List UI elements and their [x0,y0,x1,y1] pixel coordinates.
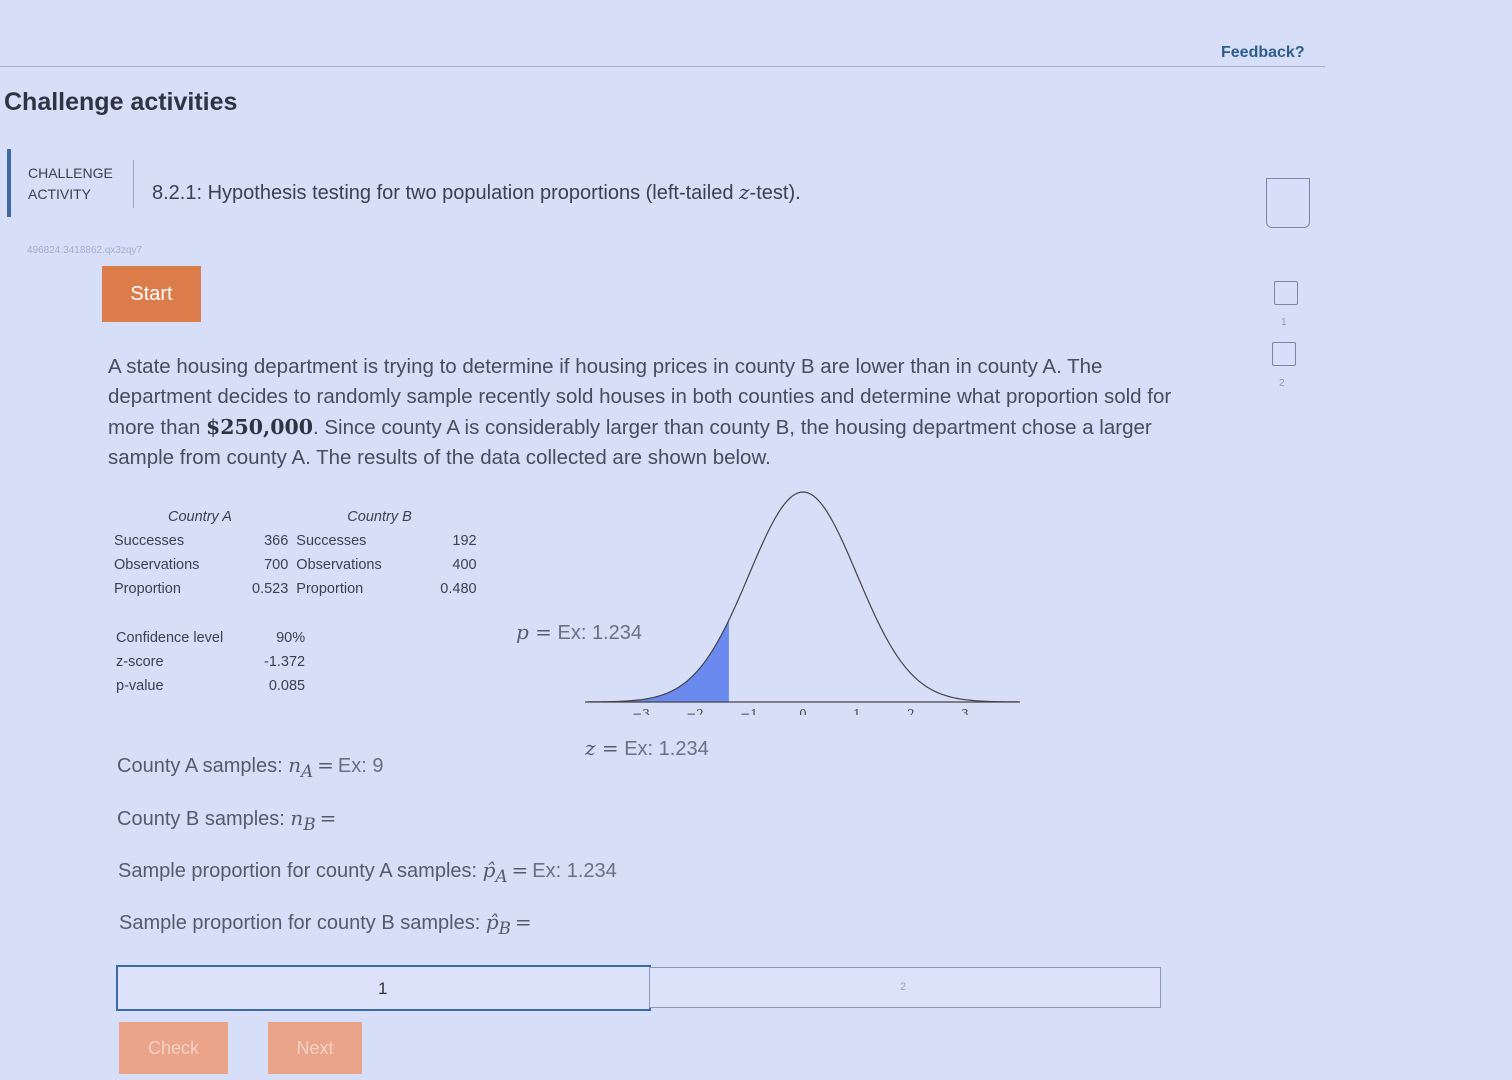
na-sub: A [301,762,314,781]
section-title: Challenge activities [4,88,238,116]
stats-table: Confidence level 90% z-score -1.372 p-va… [112,626,309,698]
pb-input[interactable] [536,911,621,937]
pa-sub: A [495,867,508,886]
activity-label-line2: ACTIVITY [28,186,92,202]
activity-completion-icon [1266,178,1310,228]
stat-label: z-score [116,654,164,670]
pa-var: p̂ [482,858,496,882]
check-button[interactable]: Check [119,1022,228,1074]
x-tick-label: 3 [961,707,969,715]
nb-prefix: County B samples: [117,808,291,830]
table-row: z-score -1.372 [112,650,309,674]
pb-prefix: Sample proportion for county B samples: [119,912,486,934]
activity-title-var: z [739,180,750,204]
table-row: Successes 366 Successes 192 [110,529,481,553]
x-axis-ticks: −3 −2 −1 0 1 2 3 [632,707,969,715]
row-label-a: Observations [114,557,200,573]
z-value-question: z = Ex: 1.234 [585,736,709,761]
activity-title: 8.2.1: Hypothesis testing for two popula… [152,180,801,205]
na-question: County A samples: nA = Ex: 9 [117,753,418,781]
row-value-b: 192 [452,533,477,549]
level-1-label: 1 [1281,317,1287,328]
next-button[interactable]: Next [268,1022,362,1074]
normal-curve-line [586,491,1020,703]
nb-sub: B [303,815,316,834]
level-2-checkbox-icon[interactable] [1272,342,1296,366]
row-value-a: 0.523 [252,581,289,597]
activity-accent-bar [7,149,11,217]
pa-question: Sample proportion for county A samples: … [118,858,617,886]
activity-label-line1: CHALLENGE [28,165,113,181]
activity-label-divider [133,160,134,208]
x-tick-label: −3 [632,707,650,715]
stat-value: 90% [276,630,306,646]
row-label-a: Proportion [114,581,181,597]
activity-type-label: CHALLENGE ACTIVITY [28,163,113,205]
pa-input[interactable]: Ex: 1.234 [532,860,617,883]
activity-title-suffix: -test). [749,182,801,204]
level-2-label: 2 [1279,378,1285,389]
table-row: Observations 700 Observations 400 [110,553,481,577]
pb-sub: B [498,919,511,938]
activity-title-prefix: 8.2.1: Hypothesis testing for two popula… [152,182,739,204]
pa-prefix: Sample proportion for county A samples: [118,860,483,882]
na-input[interactable]: Ex: 9 [338,755,418,778]
feedback-link[interactable]: Feedback? [1221,44,1305,62]
x-tick-label: −2 [686,707,704,715]
row-label-b: Proportion [296,581,364,597]
activity-id: 496824.3418862.qx3zqy7 [27,245,143,256]
x-tick-label: 1 [853,707,861,715]
p-label: p = [516,620,552,644]
left-tail-shaded-area [587,620,729,702]
stat-label: p-value [116,678,164,694]
start-button[interactable]: Start [102,266,201,322]
nb-input[interactable] [340,807,425,833]
equals-sign: = [319,806,337,830]
progress-step-2-label: 2 [900,981,907,993]
stat-value: -1.372 [264,654,306,670]
table-header-a: Country A [168,509,232,525]
row-value-b: 0.480 [440,581,477,597]
equals-sign: = [511,858,529,882]
x-tick-label: 0 [799,707,807,715]
equals-sign: = [317,753,334,777]
equals-sign: = [514,910,532,934]
problem-amount: $250,000 [206,415,313,439]
na-var: n [288,753,302,777]
header-divider [0,66,1325,67]
nb-var: n [290,806,304,830]
row-value-a: 366 [264,533,289,549]
row-label-b: Observations [296,557,382,573]
x-tick-label: −1 [740,707,758,715]
z-label: z = [585,736,619,760]
progress-step-1-label: 1 [378,979,388,998]
stat-value: 0.085 [268,678,306,694]
pb-var: p̂ [485,910,499,934]
row-label-a: Successes [114,533,185,549]
table-row: Proportion 0.523 Proportion 0.480 [110,577,481,601]
stat-label: Confidence level [116,630,224,646]
table-header-b: Country B [347,509,412,525]
na-prefix: County A samples: [117,755,289,777]
nb-question: County B samples: nB = [117,806,425,834]
z-value-input[interactable]: Ex: 1.234 [624,738,709,761]
table-row: p-value 0.085 [112,674,309,698]
normal-curve-graph: −3 −2 −1 0 1 2 3 [585,491,1020,715]
pb-question: Sample proportion for county B samples: … [119,910,621,938]
x-tick-label: 2 [907,707,915,715]
row-label-b: Successes [296,533,367,549]
data-table: Country A Country B Successes 366 Succes… [110,505,481,601]
level-1-checkbox-icon[interactable] [1274,281,1298,305]
table-row: Confidence level 90% [112,626,309,650]
row-value-a: 700 [264,557,289,573]
problem-statement: A state housing department is trying to … [108,352,1178,473]
row-value-b: 400 [452,557,477,573]
